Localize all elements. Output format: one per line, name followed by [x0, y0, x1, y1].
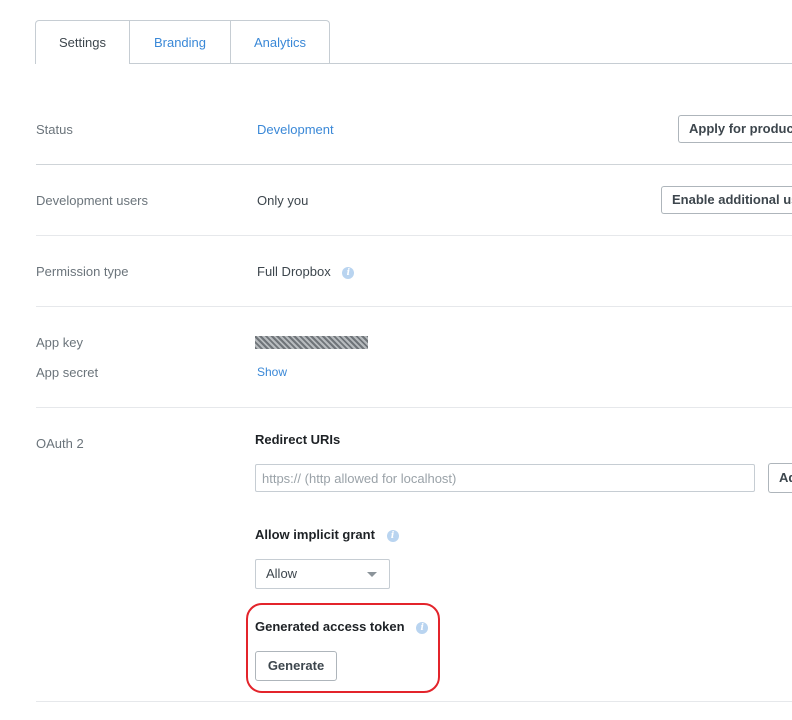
redirect-uri-input[interactable]	[255, 464, 755, 492]
enable-additional-users-button[interactable]: Enable additional users	[661, 186, 792, 214]
add-redirect-uri-button[interactable]: Add	[768, 463, 792, 493]
show-secret-link[interactable]: Show	[257, 365, 287, 379]
oauth2-label: OAuth 2	[36, 436, 84, 451]
chevron-down-icon	[367, 572, 377, 577]
divider	[36, 306, 792, 307]
divider	[36, 407, 792, 408]
app-secret-label: App secret	[36, 365, 99, 380]
permission-type-value: Full Dropbox i	[257, 264, 355, 279]
status-label: Status	[36, 122, 73, 137]
tab-bar-divider	[35, 63, 792, 64]
dev-users-label: Development users	[36, 193, 148, 208]
apply-production-button[interactable]: Apply for production	[678, 115, 792, 143]
tab-analytics[interactable]: Analytics	[230, 20, 330, 63]
permission-type-text: Full Dropbox	[257, 264, 331, 279]
divider	[36, 164, 792, 165]
tab-branding[interactable]: Branding	[129, 20, 231, 63]
implicit-grant-selected-value: Allow	[266, 566, 298, 581]
info-icon[interactable]: i	[386, 529, 399, 542]
dev-users-value: Only you	[257, 193, 309, 208]
status-value-link[interactable]: Development	[257, 122, 334, 137]
app-key-label: App key	[36, 335, 83, 350]
allow-implicit-grant-text: Allow implicit grant	[255, 527, 375, 542]
implicit-grant-select[interactable]: Allow	[255, 559, 390, 589]
tab-bar: Settings Branding Analytics	[35, 20, 792, 64]
permission-type-label: Permission type	[36, 264, 129, 279]
highlight-annotation	[246, 603, 440, 693]
tab-settings[interactable]: Settings	[35, 20, 130, 64]
divider	[36, 701, 792, 702]
allow-implicit-grant-heading: Allow implicit grant i	[255, 527, 399, 542]
info-icon[interactable]: i	[342, 266, 355, 279]
app-key-redacted	[255, 336, 368, 349]
divider	[36, 235, 792, 236]
redirect-uris-heading: Redirect URIs	[255, 432, 341, 447]
